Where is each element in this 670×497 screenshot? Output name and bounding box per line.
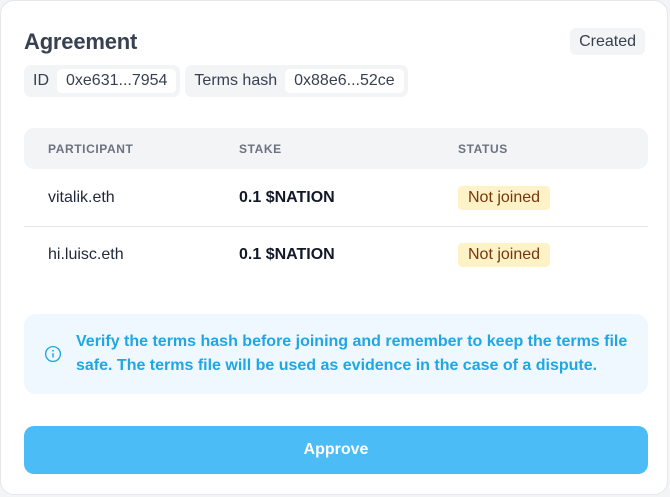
terms-hash-chip: Terms hash 0x88e6...52ce [185, 65, 408, 97]
info-notice-text: Verify the terms hash before joining and… [76, 333, 628, 374]
page-title: Agreement [24, 29, 138, 54]
terms-hash-value[interactable]: 0x88e6...52ce [285, 69, 404, 93]
id-label: ID [33, 72, 49, 89]
info-icon [44, 345, 62, 363]
participants-table: PARTICIPANT STAKE STATUS vitalik.eth 0.1… [24, 128, 648, 283]
approve-button[interactable]: Approve [24, 426, 648, 474]
header-status: STATUS [458, 141, 508, 156]
participant-name: hi.luisc.eth [48, 246, 124, 263]
agreement-meta: ID 0xe631...7954 Terms hash 0x88e6...52c… [24, 65, 408, 97]
header-stake: STAKE [239, 141, 282, 156]
agreement-card: Agreement Created ID 0xe631...7954 Terms… [0, 0, 668, 495]
table-row: hi.luisc.eth 0.1 $NATION Not joined [24, 226, 648, 283]
table-header: PARTICIPANT STAKE STATUS [24, 128, 648, 169]
participant-name: vitalik.eth [48, 188, 115, 206]
header-participant: PARTICIPANT [48, 141, 134, 156]
table-row: vitalik.eth 0.1 $NATION Not joined [24, 169, 648, 226]
info-notice: Verify the terms hash before joining and… [24, 314, 648, 394]
participant-status-badge: Not joined [458, 185, 551, 210]
status-badge: Created [570, 28, 645, 55]
terms-hash-label: Terms hash [194, 72, 278, 89]
participant-stake: 0.1 $NATION [239, 246, 335, 263]
participant-stake: 0.1 $NATION [239, 188, 335, 206]
participant-status-badge: Not joined [458, 243, 551, 267]
id-chip: ID 0xe631...7954 [24, 65, 181, 97]
id-value[interactable]: 0xe631...7954 [57, 69, 177, 93]
